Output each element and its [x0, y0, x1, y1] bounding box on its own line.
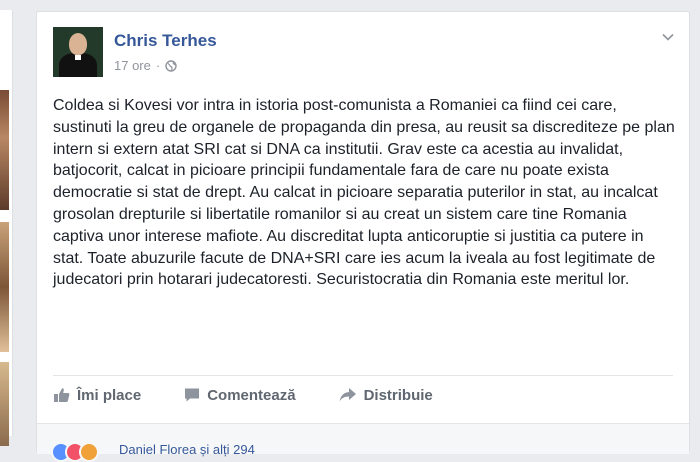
sidebar-thumbnail[interactable] [0, 362, 9, 446]
post-actions: Îmi place Comentează Distribuie [53, 384, 475, 406]
comment-label: Comentează [207, 386, 296, 404]
comment-icon [185, 388, 200, 402]
share-button[interactable]: Distribuie [338, 386, 433, 404]
reaction-icons[interactable] [51, 442, 99, 462]
post-body-text: Coldea si Kovesi vor intra in istoria po… [53, 97, 675, 289]
post-timestamp[interactable]: 17 ore [114, 58, 151, 73]
chevron-down-icon[interactable] [661, 30, 675, 44]
like-button[interactable]: Îmi place [53, 386, 141, 404]
globe-icon[interactable] [165, 59, 177, 72]
avatar-collar [75, 55, 81, 60]
sidebar-thumbnail[interactable] [0, 90, 9, 210]
author-name[interactable]: Chris Terhes [114, 31, 217, 51]
share-arrow-icon [339, 388, 356, 402]
left-column [0, 0, 14, 446]
left-sidebar-card [0, 10, 13, 446]
post-card: Chris Terhes 17 ore · Coldea si Kovesi v… [36, 11, 690, 462]
like-label: Îmi place [77, 386, 142, 404]
author-avatar[interactable] [53, 27, 103, 77]
share-label: Distribuie [363, 386, 433, 404]
actions-divider [53, 375, 673, 376]
avatar-face [69, 33, 87, 55]
sidebar-thumbnail[interactable] [0, 222, 9, 352]
meta-separator: · [155, 58, 161, 73]
post-meta: 17 ore · [114, 58, 177, 73]
reaction-summary[interactable]: Daniel Florea și alți 294 [119, 442, 255, 457]
comment-button[interactable]: Comentează [183, 386, 296, 404]
angry-reaction-icon [79, 442, 99, 462]
reactions-bar: Daniel Florea și alți 294 [37, 423, 689, 462]
thumbs-up-icon [54, 388, 70, 402]
